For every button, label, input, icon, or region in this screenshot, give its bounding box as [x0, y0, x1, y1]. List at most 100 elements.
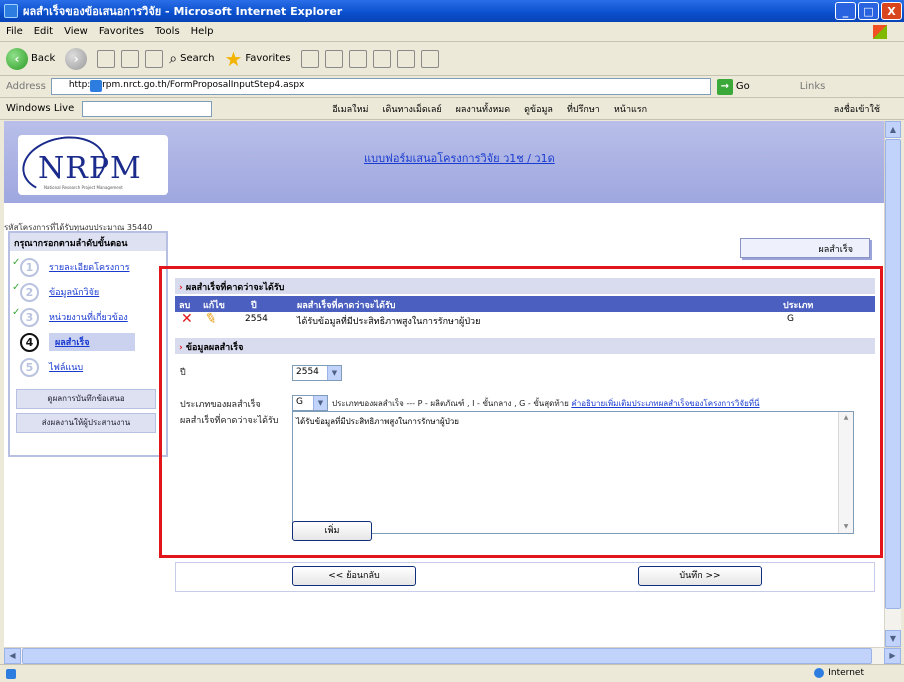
step-link-attachments[interactable]: ไฟล์แนบ — [49, 360, 83, 374]
history-icon[interactable] — [300, 49, 319, 68]
step-4[interactable]: 4 ผลสำเร็จ — [10, 330, 166, 354]
menu-help[interactable]: Help — [191, 26, 214, 37]
menu-favorites[interactable]: Favorites — [99, 26, 144, 37]
step-link-project-details[interactable]: รายละเอียดโครงการ — [49, 260, 130, 274]
add-button[interactable]: เพิ่ม — [292, 521, 372, 541]
edit-icon[interactable] — [372, 49, 391, 68]
scroll-down-icon[interactable]: ▼ — [885, 630, 901, 647]
chevron-down-icon: ▼ — [313, 396, 327, 410]
delete-icon[interactable]: ✕ — [181, 311, 193, 327]
messenger-icon[interactable] — [420, 49, 439, 68]
link-advisor[interactable]: ที่ปรึกษา — [567, 102, 600, 116]
step-number: 4 — [20, 332, 39, 352]
step-number: 3 — [20, 307, 39, 327]
submit-to-coordinator-button[interactable]: ส่งผลงานให้ผู้ประสานงาน — [16, 413, 156, 433]
menu-view[interactable]: View — [64, 26, 88, 37]
print-icon[interactable] — [348, 49, 367, 68]
close-button[interactable]: X — [881, 2, 902, 20]
year-select[interactable]: 2554 ▼ — [292, 365, 342, 381]
scroll-right-icon[interactable]: ▶ — [884, 648, 901, 664]
step-panel: กรุณากรอกตามลำดับขั้นตอน ✓ 1 รายละเอียดโ… — [8, 231, 168, 457]
scroll-left-icon[interactable]: ◀ — [4, 648, 21, 664]
sign-in-link[interactable]: ลงชื่อเข้าใช้ — [834, 102, 880, 116]
window-titlebar: ผลสำเร็จของข้อเสนอการวิจัย - Microsoft I… — [0, 0, 904, 22]
link-works[interactable]: ผลงานทั้งหมด — [456, 102, 510, 116]
page-icon — [90, 80, 102, 92]
achievement-label: ผลสำเร็จที่คาดว่าจะได้รับ — [180, 416, 279, 426]
step-number: 5 — [20, 357, 39, 377]
minimize-button[interactable]: _ — [835, 2, 856, 20]
tab-achievements[interactable]: ผลสำเร็จ — [740, 238, 870, 258]
form-title-link[interactable]: แบบฟอร์มเสนอโครงการวิจัย ว1ช / ว1ด — [364, 149, 555, 167]
windows-live-label[interactable]: Windows Live — [6, 103, 74, 114]
step-number: 1 — [20, 257, 39, 277]
address-bar: Address http://nrpm.nrct.go.th/FormPropo… — [0, 76, 904, 98]
step-link-achievements[interactable]: ผลสำเร็จ — [49, 333, 135, 351]
browser-toolbar: ‹ Back › ⌕ Search ★ Favorites — [0, 42, 904, 76]
address-label: Address — [6, 81, 46, 92]
scroll-up-icon: ▲ — [843, 414, 849, 421]
maximize-button[interactable]: □ — [858, 2, 879, 20]
search-button[interactable]: ⌕ Search — [169, 51, 214, 67]
link-travel[interactable]: เดินทางเม็ดเลย์ — [382, 102, 441, 116]
mail-icon[interactable] — [324, 49, 343, 68]
vertical-scrollbar[interactable]: ▲ ▼ — [884, 121, 901, 647]
windows-live-search-input[interactable] — [82, 100, 213, 117]
step-3[interactable]: ✓ 3 หน่วยงานที่เกี่ยวข้อง — [10, 305, 166, 329]
ie-icon — [4, 4, 18, 18]
search-icon: ⌕ — [169, 50, 178, 67]
link-view[interactable]: ดูข้อมูล — [524, 102, 553, 116]
forward-arrow-icon: › — [65, 47, 88, 70]
col-year: ปี — [251, 301, 257, 311]
check-icon: ✓ — [12, 281, 21, 293]
go-button[interactable]: → Go — [716, 78, 750, 95]
horizontal-scrollbar[interactable]: ◀ ▶ — [4, 647, 901, 664]
step-link-agencies[interactable]: หน่วยงานที่เกี่ยวข้อง — [49, 310, 128, 324]
table-row: ✕ ✎ 2554 ได้รับข้อมูลที่มีประสิทธิภาพสูง… — [175, 310, 875, 332]
menu-file[interactable]: File — [6, 26, 23, 37]
window-title: ผลสำเร็จของข้อเสนอการวิจัย - Microsoft I… — [23, 5, 343, 18]
back-step-button[interactable]: << ย้อนกลับ — [292, 566, 416, 586]
step-5[interactable]: 5 ไฟล์แนบ — [10, 355, 166, 379]
achievement-textarea[interactable]: ได้รับข้อมูลที่มีประสิทธิภาพสูงในการรักษ… — [292, 411, 854, 534]
chevron-down-icon: ▼ — [327, 366, 341, 380]
edit-pencil-icon[interactable]: ✎ — [203, 310, 218, 328]
col-achievement: ผลสำเร็จที่คาดว่าจะได้รับ — [297, 301, 396, 311]
type-select[interactable]: G ▼ — [292, 395, 328, 411]
scroll-up-icon[interactable]: ▲ — [885, 121, 901, 138]
step-link-researchers[interactable]: ข้อมูลนักวิจัย — [49, 285, 99, 299]
step-2[interactable]: ✓ 2 ข้อมูลนักวิจัย — [10, 280, 166, 304]
type-help-link[interactable]: คำอธิบายเพิ่มเติมประเภทผลสำเร็จของโครงกา… — [571, 399, 759, 408]
expected-achievements-heading: › ผลสำเร็จที่คาดว่าจะได้รับ — [175, 278, 875, 294]
textarea-scrollbar[interactable]: ▲ ▼ — [838, 412, 853, 533]
view-proposal-button[interactable]: ดูผลการบันทึกข้อเสนอ — [16, 389, 156, 409]
achievement-form-heading: › ข้อมูลผลสำเร็จ — [175, 338, 875, 354]
menu-edit[interactable]: Edit — [34, 26, 53, 37]
address-input[interactable]: http://nrpm.nrct.go.th/FormProposalInput… — [50, 78, 711, 95]
logo-text: NRPM — [38, 151, 142, 186]
link-home[interactable]: หน้าแรก — [614, 102, 647, 116]
forward-button[interactable]: › — [65, 47, 88, 70]
scroll-thumb[interactable] — [22, 648, 872, 664]
menu-tools[interactable]: Tools — [155, 26, 180, 37]
refresh-icon[interactable] — [121, 49, 140, 68]
check-icon: ✓ — [12, 256, 21, 268]
stop-icon[interactable] — [97, 49, 116, 68]
favorites-button[interactable]: ★ Favorites — [224, 46, 290, 71]
link-new-mail[interactable]: อีเมลใหม่ — [332, 102, 368, 116]
links-label[interactable]: Links — [800, 81, 826, 92]
scroll-thumb[interactable] — [885, 139, 901, 609]
back-button[interactable]: ‹ Back — [6, 47, 55, 70]
step-1[interactable]: ✓ 1 รายละเอียดโครงการ — [10, 255, 166, 279]
year-label: ปี — [180, 368, 186, 378]
save-next-button[interactable]: บันทึก >> — [638, 566, 762, 586]
globe-icon — [814, 668, 825, 678]
status-bar: Internet — [0, 664, 904, 682]
row-year: 2554 — [245, 314, 268, 324]
links-toolbar: Windows Live อีเมลใหม่ เดินทางเม็ดเลย์ ผ… — [0, 98, 904, 120]
security-zone: Internet — [814, 668, 864, 678]
favorites-star-icon: ★ — [224, 46, 243, 71]
home-icon[interactable] — [145, 49, 164, 68]
navigation-row — [175, 562, 875, 592]
folder-icon[interactable] — [396, 49, 415, 68]
